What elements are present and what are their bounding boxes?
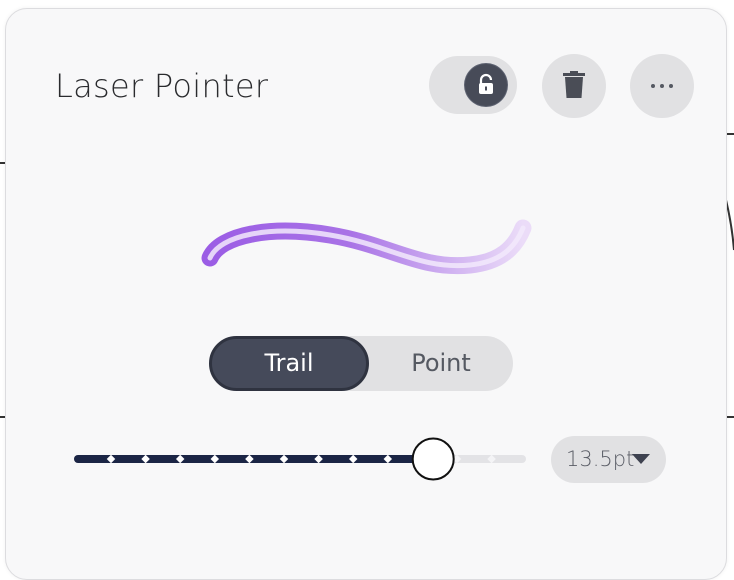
delete-button[interactable] bbox=[542, 54, 606, 118]
laser-pointer-panel: Laser Pointer bbox=[5, 8, 727, 580]
mode-segmented-control: Trail Point bbox=[209, 336, 513, 391]
chevron-down-icon bbox=[632, 454, 650, 464]
size-slider[interactable] bbox=[70, 436, 530, 486]
lock-icon bbox=[479, 73, 493, 94]
laser-stroke-preview bbox=[201, 219, 532, 275]
mode-option-trail[interactable]: Trail bbox=[209, 336, 369, 391]
mode-option-point[interactable]: Point bbox=[369, 336, 513, 391]
size-dropdown[interactable]: 13.5pt bbox=[551, 436, 666, 483]
more-options-button[interactable] bbox=[630, 54, 694, 118]
more-horizontal-icon bbox=[651, 84, 673, 88]
trash-icon bbox=[563, 71, 585, 98]
slider-knob[interactable] bbox=[411, 437, 455, 481]
lock-toggle-knob[interactable] bbox=[465, 64, 507, 106]
size-value: 13.5pt bbox=[566, 447, 635, 471]
panel-title: Laser Pointer bbox=[55, 67, 269, 105]
lock-toggle[interactable] bbox=[429, 56, 517, 114]
